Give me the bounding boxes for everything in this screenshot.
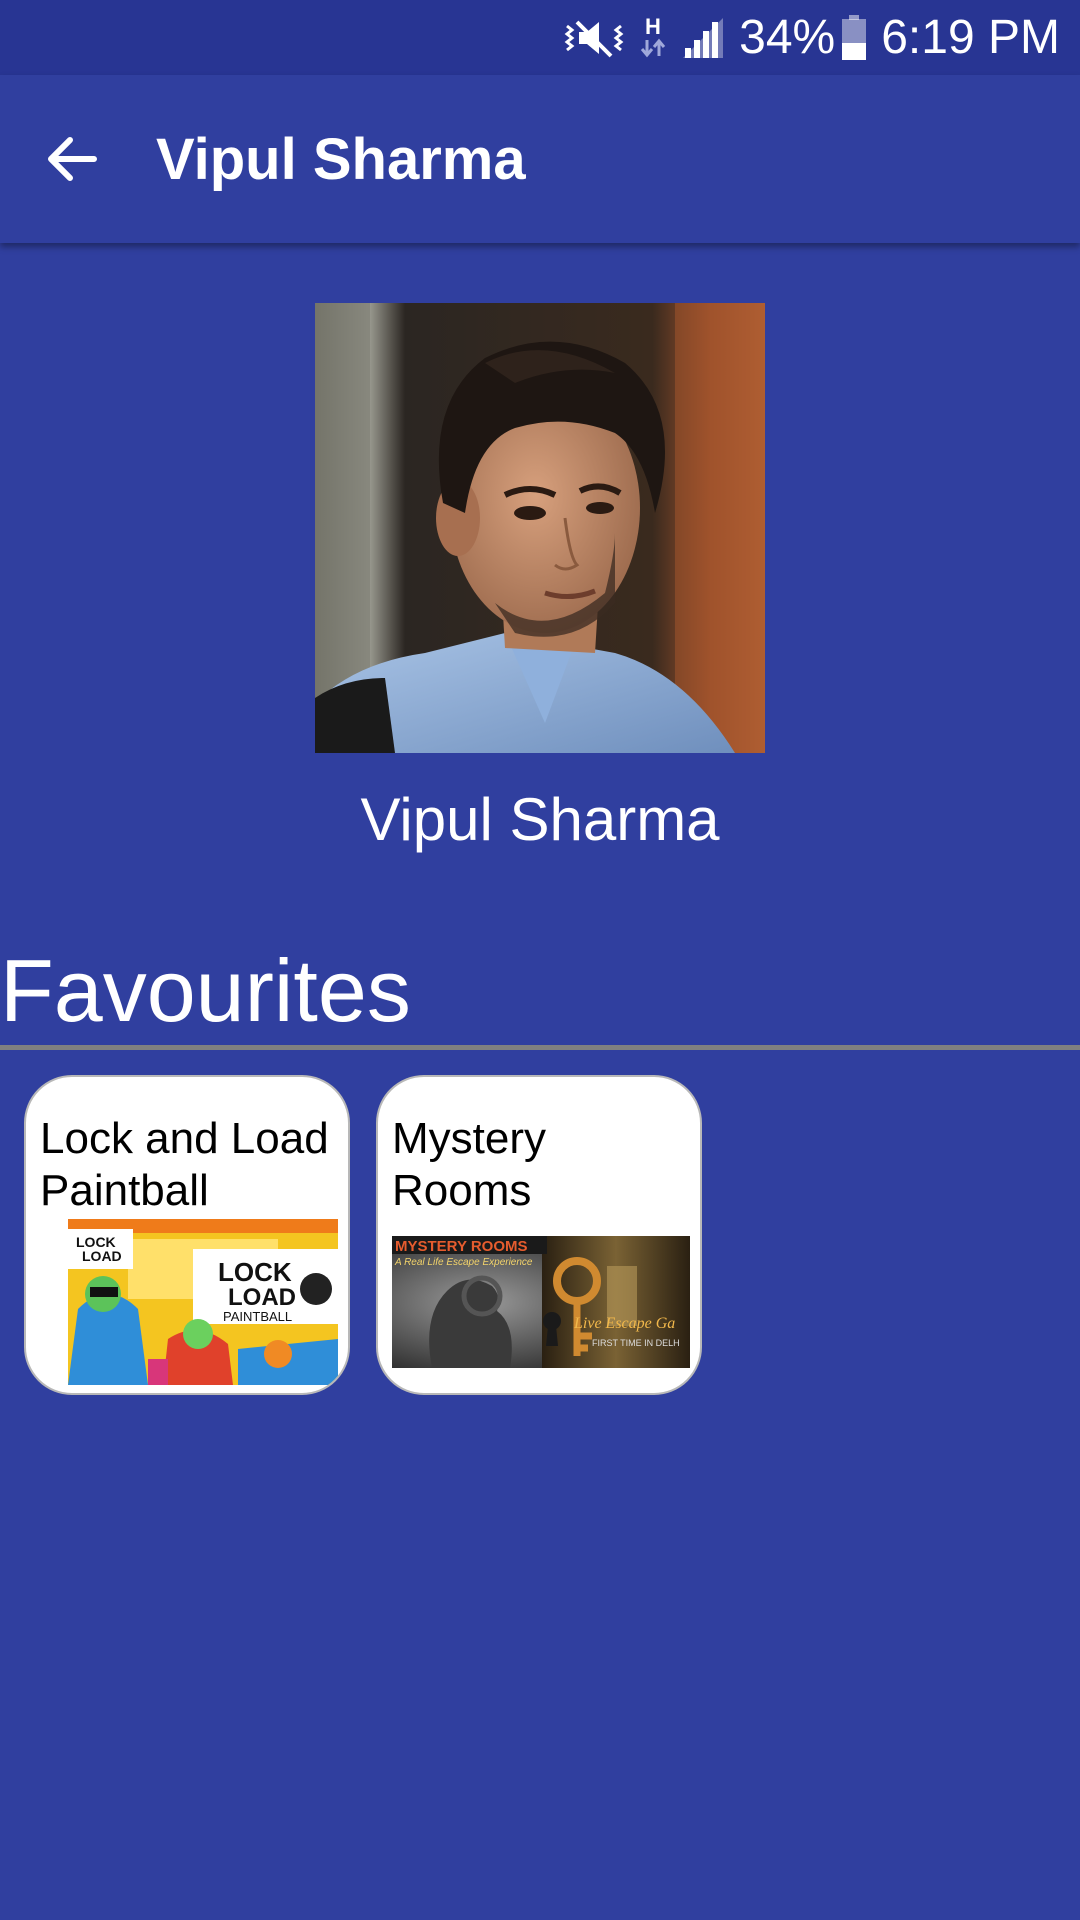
image-logo-load-small: LOAD bbox=[82, 1248, 122, 1264]
battery-icon bbox=[841, 14, 867, 61]
network-type-label: H bbox=[645, 14, 661, 39]
battery-percent: 34% bbox=[739, 11, 836, 64]
image-first-time: FIRST TIME IN DELH bbox=[592, 1338, 680, 1348]
back-button[interactable] bbox=[42, 129, 102, 189]
profile-photo bbox=[315, 303, 765, 753]
section-divider bbox=[0, 1045, 1080, 1050]
clock: 6:19 PM bbox=[881, 11, 1060, 64]
favourite-card-image: MYSTERY ROOMS A Real Life Escape Experie… bbox=[392, 1236, 690, 1368]
vibrate-mute-icon bbox=[563, 16, 625, 60]
signal-icon bbox=[681, 16, 725, 60]
favourite-card-title: Lock and Load Paintball bbox=[40, 1114, 329, 1215]
image-logo-mystery-rooms: MYSTERY ROOMS bbox=[395, 1238, 528, 1255]
image-live-escape: Live Escape Ga bbox=[573, 1315, 675, 1332]
image-logo-lock: LOCK bbox=[218, 1257, 292, 1287]
data-activity-icon: H bbox=[639, 14, 667, 62]
image-logo-paintball: PAINTBALL bbox=[223, 1309, 292, 1324]
image-tagline: A Real Life Escape Experience bbox=[394, 1257, 533, 1268]
image-logo-load: LOAD bbox=[228, 1284, 296, 1311]
favourites-heading: Favourites bbox=[0, 941, 411, 1040]
page-title: Vipul Sharma bbox=[156, 126, 526, 192]
app-bar: Vipul Sharma bbox=[0, 75, 1080, 243]
arrow-back-icon bbox=[48, 137, 97, 181]
profile-name: Vipul Sharma bbox=[360, 786, 720, 853]
favourite-card-mystery-rooms[interactable]: Mystery Rooms MYSTERY ROOMS A Real Life … bbox=[376, 1075, 702, 1395]
status-bar: H 34% 6:19 PM bbox=[0, 0, 1080, 75]
favourite-card-image: LOCK LOAD LOCK LOAD PAINTBALL bbox=[68, 1219, 338, 1385]
favourite-card-lock-and-load[interactable]: Lock and Load Paintball LOCK LOAD LOCK L… bbox=[24, 1075, 350, 1395]
favourite-card-title: Mystery Rooms bbox=[392, 1114, 546, 1215]
